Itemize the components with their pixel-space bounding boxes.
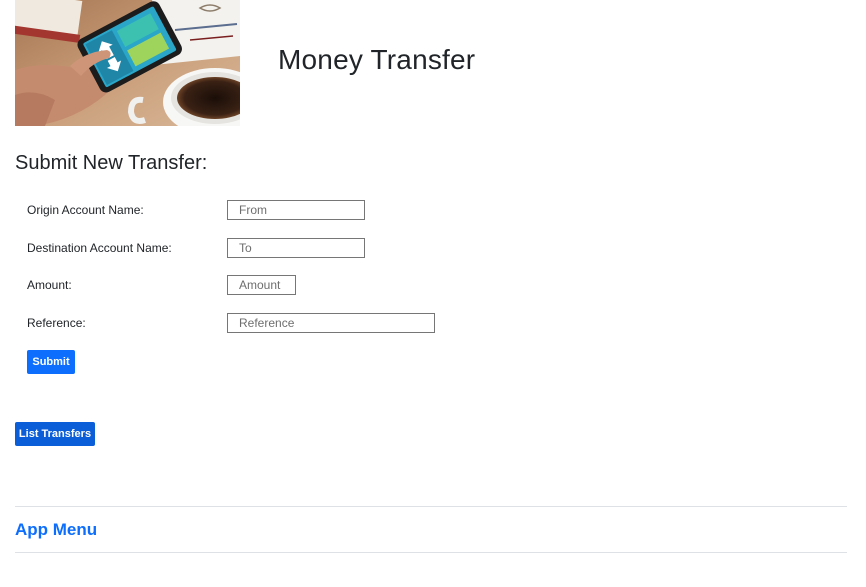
- submit-button[interactable]: Submit: [27, 350, 75, 374]
- hero-image: [15, 0, 240, 126]
- amount-input[interactable]: [227, 275, 296, 295]
- divider-bottom: [15, 552, 847, 553]
- origin-account-label: Origin Account Name:: [27, 203, 144, 217]
- origin-account-input[interactable]: [227, 200, 365, 220]
- destination-account-label: Destination Account Name:: [27, 241, 172, 255]
- money-transfer-page: Money Transfer Submit New Transfer: Orig…: [0, 0, 866, 587]
- reference-label: Reference:: [27, 316, 86, 330]
- form-heading: Submit New Transfer:: [15, 152, 208, 174]
- reference-input[interactable]: [227, 313, 435, 333]
- page-title: Money Transfer: [278, 44, 476, 75]
- app-menu-link[interactable]: App Menu: [15, 518, 97, 542]
- destination-account-input[interactable]: [227, 238, 365, 258]
- divider-top: [15, 506, 847, 507]
- list-transfers-button[interactable]: List Transfers: [15, 422, 95, 446]
- amount-label: Amount:: [27, 278, 72, 292]
